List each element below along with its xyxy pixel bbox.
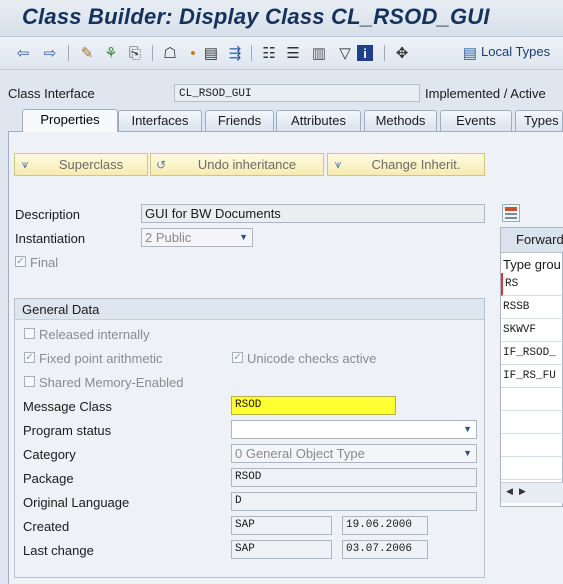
- horizontal-scrollbar[interactable]: ◀ ▶: [501, 482, 563, 503]
- hierarchy-icon[interactable]: ☖: [160, 43, 180, 63]
- display-change-icon[interactable]: ✎: [77, 43, 97, 63]
- list-item[interactable]: SKWVF: [501, 319, 563, 342]
- message-class-label: Message Class: [23, 399, 112, 414]
- created-by-field[interactable]: SAP: [231, 516, 332, 535]
- back-icon[interactable]: ⇦: [13, 43, 33, 63]
- list-item[interactable]: RSSB: [501, 296, 563, 319]
- toolbar-separator: [152, 45, 153, 61]
- chevron-down-icon: ▼: [239, 232, 248, 242]
- package-label: Package: [23, 471, 74, 486]
- final-label: Final: [30, 255, 59, 270]
- unicode-checks-checkbox[interactable]: ✓: [232, 352, 243, 363]
- activate-icon[interactable]: ⚘: [101, 43, 121, 63]
- general-data-title: General Data: [22, 302, 100, 317]
- other-object-icon[interactable]: ⎘: [125, 43, 145, 63]
- forward-panel-title: Forward: [516, 232, 563, 247]
- list-item[interactable]: [501, 457, 563, 480]
- class-status: Implemented / Active: [425, 86, 546, 101]
- forward-icon[interactable]: ⇨: [40, 43, 60, 63]
- chevron-down-icon: ▼: [463, 448, 472, 458]
- original-language-field[interactable]: D: [231, 492, 477, 511]
- navigation-icon[interactable]: ⇶: [225, 43, 245, 63]
- list-item[interactable]: [501, 388, 563, 411]
- description-field[interactable]: GUI for BW Documents: [141, 204, 485, 223]
- fixed-point-checkbox[interactable]: ✓: [24, 352, 35, 363]
- last-change-label: Last change: [23, 543, 94, 558]
- category-label: Category: [23, 447, 76, 462]
- change-inheritance-button[interactable]: ⩛ Change Inherit.: [327, 153, 485, 176]
- change-inheritance-icon: ⩛: [334, 157, 342, 171]
- tab-methods[interactable]: Methods: [364, 110, 437, 131]
- local-types-button[interactable]: Local Types: [481, 44, 550, 59]
- instantiation-dropdown[interactable]: 2 Public ▼: [141, 228, 253, 247]
- object-list-icon[interactable]: ▤: [201, 43, 221, 63]
- toolbar-separator: [384, 45, 385, 61]
- tree-icon[interactable]: ☰: [283, 43, 303, 63]
- undo-inheritance-button[interactable]: ↺ Undo inheritance: [150, 153, 324, 176]
- undo-inheritance-icon: ↺: [155, 157, 167, 172]
- class-interface-label: Class Interface: [8, 86, 95, 101]
- chevron-down-icon: ▼: [463, 424, 472, 434]
- where-used-icon[interactable]: •: [183, 43, 203, 63]
- class-interface-field[interactable]: CL_RSOD_GUI: [174, 84, 420, 102]
- window-title: Class Builder: Display Class CL_RSOD_GUI: [22, 4, 490, 29]
- final-checkbox[interactable]: ✓: [15, 256, 26, 267]
- superclass-icon: ⩛: [21, 157, 29, 171]
- scroll-left-icon[interactable]: ◀: [506, 486, 513, 497]
- list-item[interactable]: [501, 411, 563, 434]
- tab-interfaces[interactable]: Interfaces: [118, 110, 202, 131]
- list-item[interactable]: IF_RS_FU: [501, 365, 563, 388]
- tab-events[interactable]: Events: [440, 110, 512, 131]
- list-item[interactable]: RS: [501, 273, 563, 296]
- inheritance-icon[interactable]: ☷: [259, 43, 279, 63]
- tab-strip: Properties Interfaces Friends Attributes…: [8, 109, 563, 132]
- released-internally-checkbox[interactable]: [24, 328, 35, 339]
- description-label: Description: [15, 207, 81, 222]
- list-item[interactable]: [501, 434, 563, 457]
- shared-memory-checkbox[interactable]: [24, 376, 35, 387]
- list-item[interactable]: IF_RSOD_: [501, 342, 563, 365]
- tab-friends[interactable]: Friends: [205, 110, 274, 131]
- original-language-label: Original Language: [23, 495, 130, 510]
- program-status-dropdown[interactable]: ▼: [231, 420, 477, 439]
- created-label: Created: [23, 519, 70, 534]
- last-change-by-field[interactable]: SAP: [231, 540, 332, 559]
- unicode-checks-label: Unicode checks active: [247, 351, 377, 366]
- application-toolbar: ⇦ ⇨ ✎ ⚘ ⎘ ☖ • ▤ ⇶ ☷ ☰ ▥ ▽ i ✥ ▤ Local Ty…: [0, 37, 563, 70]
- layout-icon[interactable]: [502, 204, 520, 222]
- created-on-field[interactable]: 19.06.2000: [342, 516, 428, 535]
- program-status-label: Program status: [23, 423, 112, 438]
- category-dropdown[interactable]: 0 General Object Type ▼: [231, 444, 477, 463]
- shared-memory-label: Shared Memory-Enabled: [39, 375, 184, 390]
- instantiation-label: Instantiation: [15, 231, 86, 246]
- enhancement-icon[interactable]: ✥: [392, 43, 412, 63]
- local-types-icon[interactable]: ▤: [460, 43, 480, 63]
- tab-attributes[interactable]: Attributes: [276, 110, 361, 131]
- tab-properties[interactable]: Properties: [22, 109, 118, 132]
- info-icon[interactable]: i: [357, 45, 373, 61]
- message-class-field[interactable]: RSOD: [231, 396, 396, 415]
- superclass-button[interactable]: ⩛ Superclass: [14, 153, 148, 176]
- toolbar-separator: [68, 45, 69, 61]
- filter-icon[interactable]: ▽: [335, 43, 355, 63]
- released-internally-label: Released internally: [39, 327, 150, 342]
- fixed-point-label: Fixed point arithmetic: [39, 351, 163, 366]
- scroll-right-icon[interactable]: ▶: [519, 486, 526, 497]
- last-change-on-field[interactable]: 03.07.2006: [342, 540, 428, 559]
- tab-types[interactable]: Types: [515, 110, 563, 131]
- package-field[interactable]: RSOD: [231, 468, 477, 487]
- type-group-column-header[interactable]: Type grou: [503, 257, 561, 272]
- toolbar-separator: [251, 45, 252, 61]
- sequence-icon[interactable]: ▥: [309, 43, 329, 63]
